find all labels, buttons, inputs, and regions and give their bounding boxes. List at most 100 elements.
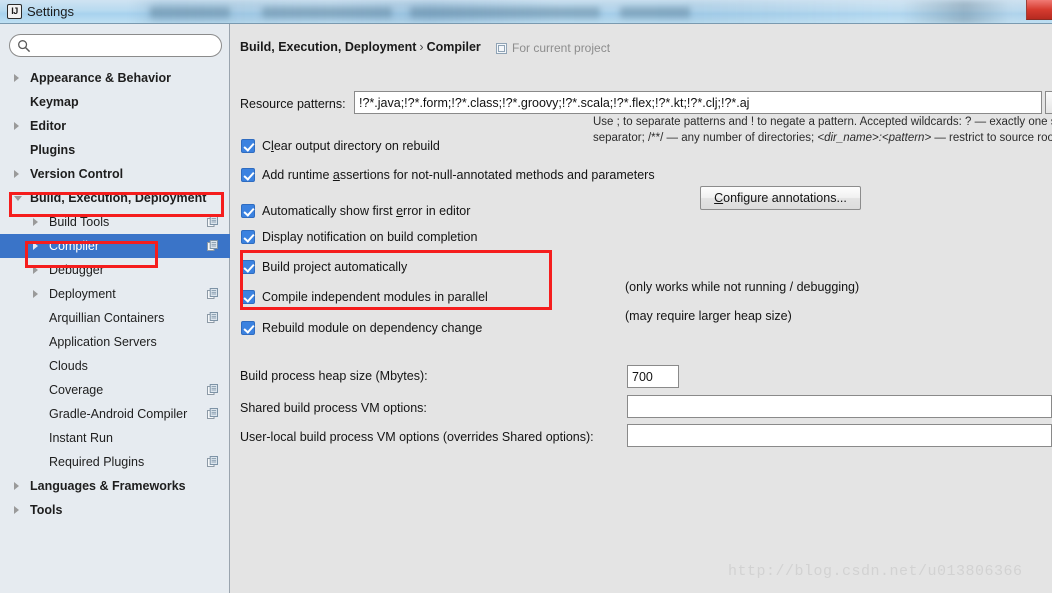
label-part-pre: C: [262, 139, 272, 153]
checkbox-label-rebuild-module-on-dependency-change: Rebuild module on dependency change: [262, 319, 482, 337]
label-part-pre: Rebuild module on dependency change: [262, 321, 483, 335]
sidebar-item-plugins[interactable]: Plugins: [0, 138, 230, 162]
sidebar-item-instant-run[interactable]: Instant Run: [0, 426, 230, 450]
close-icon[interactable]: [1026, 0, 1052, 20]
sidebar-item-label: Instant Run: [49, 431, 113, 445]
sidebar-item-editor[interactable]: Editor: [0, 114, 230, 138]
breadcrumb-separator: ›: [419, 40, 424, 54]
copy-settings-icon[interactable]: [207, 288, 218, 299]
window-title-bar: IJ Settings: [0, 0, 1052, 24]
checkbox-display-notification[interactable]: [241, 230, 255, 244]
sidebar-item-label: Keymap: [30, 95, 79, 109]
sidebar-item-tools[interactable]: Tools: [0, 498, 230, 522]
sidebar-item-clouds[interactable]: Clouds: [0, 354, 230, 378]
label-part-pre: Display notification on build completion: [262, 230, 478, 244]
sidebar-item-label: Build Tools: [49, 215, 110, 229]
sidebar-item-label: Build, Execution, Deployment: [30, 191, 207, 205]
checkbox-show-first-error[interactable]: [241, 204, 255, 218]
checkbox-compile-independent-modules[interactable]: [241, 290, 255, 304]
sidebar-item-label: Application Servers: [49, 335, 157, 349]
sidebar-item-deployment[interactable]: Deployment: [0, 282, 230, 306]
checkbox-build-project-automatically[interactable]: [241, 260, 255, 274]
window-title: Settings: [27, 4, 74, 19]
copy-settings-icon[interactable]: [207, 456, 218, 467]
sidebar-item-label: Tools: [30, 503, 63, 517]
sidebar-item-build-tools[interactable]: Build Tools: [0, 210, 230, 234]
chevron-right-icon[interactable]: [33, 218, 38, 226]
sidebar-item-languages-frameworks[interactable]: Languages & Frameworks: [0, 474, 230, 498]
sidebar-item-arquillian-containers[interactable]: Arquillian Containers: [0, 306, 230, 330]
sidebar-item-build-execution-deployment[interactable]: Build, Execution, Deployment: [0, 186, 230, 210]
label-part-pre: Compile independent modules in parallel: [262, 290, 488, 304]
settings-window: IJ Settings Appearance & Behavior Keymap E…: [0, 0, 1052, 593]
chevron-right-icon[interactable]: [33, 242, 38, 250]
copy-settings-icon[interactable]: [207, 240, 218, 251]
search-box[interactable]: [9, 34, 222, 57]
hint-line-2-italic: <dir_name>:<pattern>: [817, 132, 932, 144]
sidebar-item-version-control[interactable]: Version Control: [0, 162, 230, 186]
settings-sidebar: Appearance & Behavior Keymap Editor Plugins…: [0, 24, 230, 593]
hint-line-2-pre: separator; /**/ — any number of director…: [593, 132, 818, 144]
checkbox-add-runtime-assertions[interactable]: [241, 168, 255, 182]
sidebar-item-debugger[interactable]: Debugger: [0, 258, 230, 282]
copy-settings-icon[interactable]: [207, 384, 218, 395]
build-automatically-note: (only works while not running / debuggin…: [625, 280, 860, 294]
breadcrumb-parent[interactable]: Build, Execution, Deployment: [240, 40, 416, 54]
search-icon: [18, 40, 31, 53]
sidebar-item-gradle-android-compiler[interactable]: Gradle-Android Compiler: [0, 402, 230, 426]
chevron-right-icon[interactable]: [33, 290, 38, 298]
chevron-right-icon[interactable]: [14, 122, 19, 130]
sidebar-item-label: Gradle-Android Compiler: [49, 407, 188, 421]
resource-patterns-input[interactable]: [354, 91, 1042, 114]
checkbox-label-add-runtime-assertions: Add runtime assertions for not-null-anno…: [262, 166, 655, 184]
chevron-right-icon[interactable]: [14, 506, 19, 514]
label-part-pre: Build project automatically: [262, 260, 408, 274]
chevron-down-icon[interactable]: [14, 196, 22, 201]
sidebar-item-coverage[interactable]: Coverage: [0, 378, 230, 402]
chevron-right-icon[interactable]: [14, 482, 19, 490]
title-bar-blur-text: [262, 7, 392, 18]
title-bar-blur-text: [620, 7, 690, 18]
checkbox-label-build-project-automatically: Build project automatically: [262, 258, 407, 276]
chevron-right-icon[interactable]: [14, 170, 19, 178]
sidebar-item-label: Compiler: [49, 239, 100, 253]
resource-patterns-expand-button[interactable]: [1045, 91, 1052, 114]
user-vm-options-input[interactable]: [627, 424, 1052, 447]
sidebar-item-label: Plugins: [30, 143, 76, 157]
copy-settings-icon[interactable]: [207, 312, 218, 323]
checkbox-label-display-notification: Display notification on build completion: [262, 228, 477, 246]
sidebar-item-application-servers[interactable]: Application Servers: [0, 330, 230, 354]
configure-annotations-button[interactable]: Configure annotations...: [700, 186, 861, 210]
breadcrumb: Build, Execution, Deployment › Compiler: [240, 40, 481, 54]
shared-vm-options-input[interactable]: [627, 395, 1052, 418]
configure-annotations-label: onfigure annotations...: [723, 191, 847, 205]
sidebar-item-label: Appearance & Behavior: [30, 71, 172, 85]
chevron-right-icon[interactable]: [33, 266, 38, 274]
checkbox-clear-output-directory[interactable]: [241, 139, 255, 153]
sidebar-item-compiler[interactable]: Compiler: [0, 234, 230, 258]
sidebar-item-label: Clouds: [49, 359, 88, 373]
checkbox-label-show-first-error: Automatically show first error in editor: [262, 202, 470, 220]
hint-line-2: separator; /**/ — any number of director…: [593, 130, 1052, 146]
copy-settings-icon[interactable]: [207, 408, 218, 419]
sidebar-item-label: Arquillian Containers: [49, 311, 165, 325]
label-mnemonic: e: [396, 204, 404, 218]
sidebar-item-label: Languages & Frameworks: [30, 479, 186, 493]
shared-vm-options-label: Shared build process VM options:: [240, 401, 427, 415]
chevron-right-icon[interactable]: [14, 74, 19, 82]
label-part-pre: Automatically show first: [262, 204, 397, 218]
sidebar-item-keymap[interactable]: Keymap: [0, 90, 230, 114]
copy-settings-icon[interactable]: [207, 216, 218, 227]
checkbox-label-compile-independent-modules: Compile independent modules in parallel: [262, 288, 488, 306]
settings-tree: Appearance & Behavior Keymap Editor Plugins…: [0, 66, 230, 522]
search-input[interactable]: [36, 37, 216, 54]
title-bar-blur-text: [150, 7, 230, 18]
sidebar-item-required-plugins[interactable]: Required Plugins: [0, 450, 230, 474]
compiler-settings-panel: Build, Execution, Deployment › Compiler Fo…: [231, 24, 1052, 593]
watermark: http://blog.csdn.net/u013806366: [728, 563, 1023, 580]
breadcrumb-current: Compiler: [426, 40, 481, 54]
hint-line-1: Use ; to separate patterns and ! to nega…: [593, 116, 1052, 128]
sidebar-item-appearance-behavior[interactable]: Appearance & Behavior: [0, 66, 230, 90]
heap-size-input[interactable]: [627, 365, 679, 388]
checkbox-rebuild-module-on-dependency-change[interactable]: [241, 321, 255, 335]
